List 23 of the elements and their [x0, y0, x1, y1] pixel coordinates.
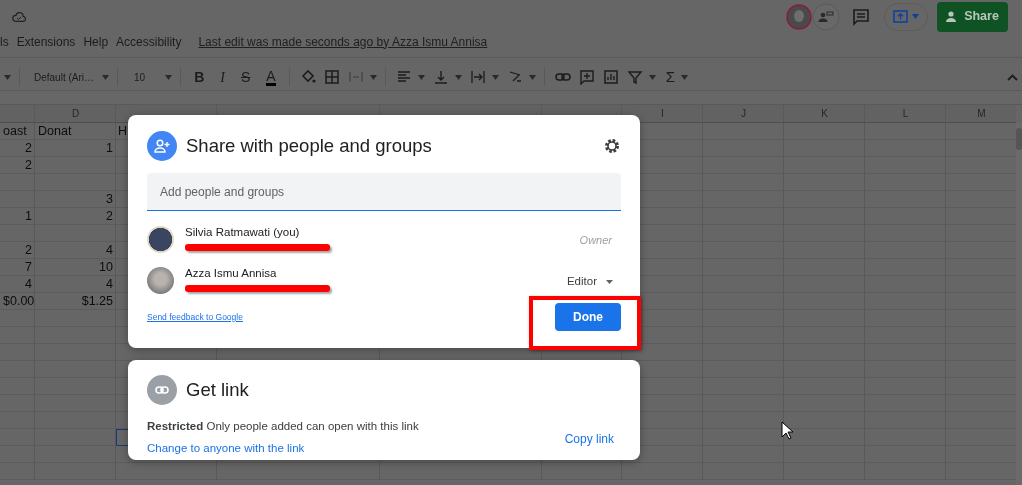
role-label: Owner [579, 233, 612, 248]
person-name: Silvia Ratmawati (you) [185, 225, 301, 240]
table-cell-text: 3 [105, 191, 114, 208]
table-cell-text: 4 [105, 242, 114, 259]
person-name: Azza Ismu Annisa [185, 266, 278, 281]
table-cell-text: 2 [24, 157, 33, 174]
table-cell-text: 10 [98, 259, 114, 276]
table-cell-text: 2 [24, 140, 33, 157]
dialog-title: Share with people and groups [186, 134, 433, 159]
table-cell-text: 4 [24, 276, 33, 293]
table-cell-text: 1 [24, 208, 33, 225]
table-cell-text: 2 [24, 242, 33, 259]
dialog-title: Get link [186, 378, 249, 403]
link-access-description: Restricted Only people added can open with this link [147, 419, 419, 434]
table-cell-text: $0.00 [2, 293, 35, 310]
table-cell-text: 2 [105, 208, 114, 225]
table-cell-text: 4 [105, 276, 114, 293]
table-cell-text: oast [2, 123, 28, 140]
table-cell-text: 7 [24, 259, 33, 276]
table-cell-text: Donat [37, 123, 73, 140]
table-cell-text: $1.25 [80, 293, 114, 310]
table-cell-text: 1 [105, 140, 114, 157]
table-cell-text: H [117, 123, 129, 140]
